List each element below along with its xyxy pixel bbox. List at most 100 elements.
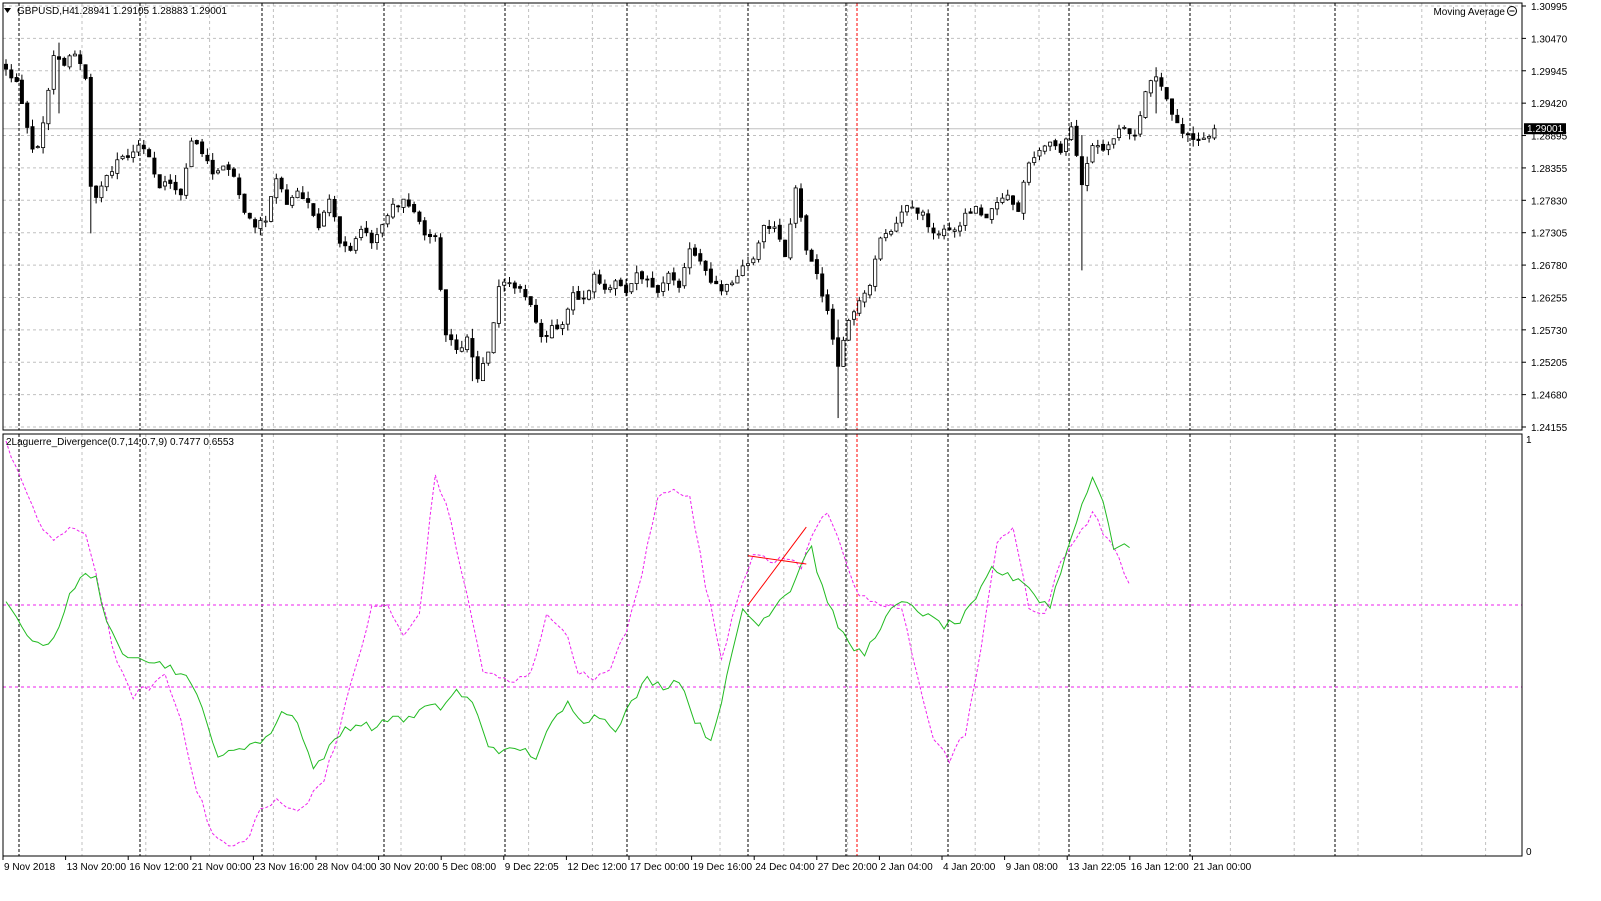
candle-body [337, 216, 342, 244]
candle-body [1180, 124, 1185, 134]
candle [565, 307, 570, 331]
candle-body [788, 223, 793, 259]
candle-body [4, 63, 9, 70]
time-tick-label: 12 Dec 12:00 [567, 862, 627, 873]
candle-body [576, 291, 581, 300]
candle-body [215, 170, 220, 174]
divergence-line [747, 526, 807, 606]
candle [1117, 124, 1122, 141]
candle-body [597, 274, 602, 284]
time-tick-label: 2 Jan 04:00 [880, 862, 933, 873]
candle [157, 174, 162, 189]
candle [968, 207, 973, 214]
candle [894, 216, 899, 233]
price-tick-label: 1.26255 [1531, 293, 1568, 304]
time-tick-label: 27 Dec 20:00 [818, 862, 878, 873]
sub-header: 2Laguerre_Divergence(0.7,14;0.7,9) 0.747… [6, 437, 234, 448]
candle-body [1127, 128, 1132, 135]
candle [523, 284, 528, 301]
candle-body [693, 247, 698, 256]
candle-body [1085, 163, 1090, 186]
candle-body [449, 334, 454, 341]
candle-body [915, 207, 920, 214]
candle-body [608, 287, 613, 291]
candle [51, 50, 56, 95]
candle [735, 269, 740, 284]
candle [178, 188, 183, 201]
candle [560, 321, 565, 336]
moving-average-label: Moving Average [1433, 7, 1505, 18]
candle-body [1074, 125, 1079, 156]
time-tick-label: 9 Jan 08:00 [1006, 862, 1059, 873]
candle-body [147, 149, 152, 158]
candle [597, 269, 602, 286]
chart-canvas[interactable]: 1.309951.304701.299451.294201.288951.283… [0, 0, 1601, 896]
candle-body [1069, 126, 1074, 140]
candle [634, 265, 639, 291]
price-tick-label: 1.30995 [1531, 2, 1568, 13]
candle [78, 50, 83, 71]
candle-body [746, 263, 751, 266]
candle-body [973, 206, 978, 214]
candle [83, 64, 88, 81]
candle [1021, 179, 1026, 220]
candle-body [279, 177, 284, 190]
candle [640, 270, 645, 284]
time-tick-label: 4 Jan 20:00 [943, 862, 996, 873]
candle-body [321, 211, 326, 227]
candle-body [57, 56, 62, 60]
candle [412, 201, 417, 214]
candle-body [708, 268, 713, 283]
candle-body [268, 196, 273, 222]
candle [237, 173, 242, 199]
candle [231, 167, 236, 178]
candle [215, 168, 220, 175]
time-tick-label: 21 Jan 00:00 [1193, 862, 1251, 873]
candle-body [470, 338, 475, 358]
candle-body [396, 205, 401, 208]
candle-body [512, 282, 517, 289]
candle-body [78, 54, 83, 64]
candle [1148, 79, 1153, 97]
candle [544, 330, 549, 343]
candle-body [88, 77, 93, 187]
collapse-triangle-icon[interactable] [4, 8, 11, 13]
candle [62, 56, 67, 67]
candle [608, 284, 613, 293]
candle [963, 208, 968, 231]
candle-body [852, 311, 857, 320]
candle-body [724, 284, 729, 292]
candle-body [173, 181, 178, 191]
candle [661, 276, 666, 297]
price-tick-label: 1.27305 [1531, 229, 1568, 240]
candle-body [1005, 194, 1010, 201]
candle-body [931, 227, 936, 234]
candle [35, 145, 40, 149]
candle [1159, 72, 1164, 91]
candle-body [162, 181, 167, 187]
candle-body [1079, 156, 1084, 186]
candle-body [624, 284, 629, 293]
candle-body [634, 272, 639, 284]
candle [783, 239, 788, 258]
candle [836, 319, 841, 419]
current-price-tag: 1.29001 [1524, 123, 1566, 135]
candle [427, 229, 432, 244]
candle [767, 219, 772, 235]
chart-window[interactable]: 1.30995 1.30470 1.29945 1.29420 1.28895 1.283… [0, 0, 1601, 896]
candle [401, 198, 406, 213]
candle-body [740, 265, 745, 276]
indicator-settings-icon[interactable] [1507, 6, 1517, 16]
candle [751, 256, 756, 266]
candle [512, 280, 517, 294]
candle-body [777, 224, 782, 240]
candle-body [1159, 77, 1164, 87]
candle [799, 183, 804, 222]
candle-body [1064, 138, 1069, 152]
candle [852, 309, 857, 326]
price-tick-label: 1.29420 [1531, 99, 1568, 110]
candle [1196, 132, 1201, 147]
candle [746, 256, 751, 272]
candle [1191, 126, 1196, 147]
candle-body [62, 57, 67, 66]
